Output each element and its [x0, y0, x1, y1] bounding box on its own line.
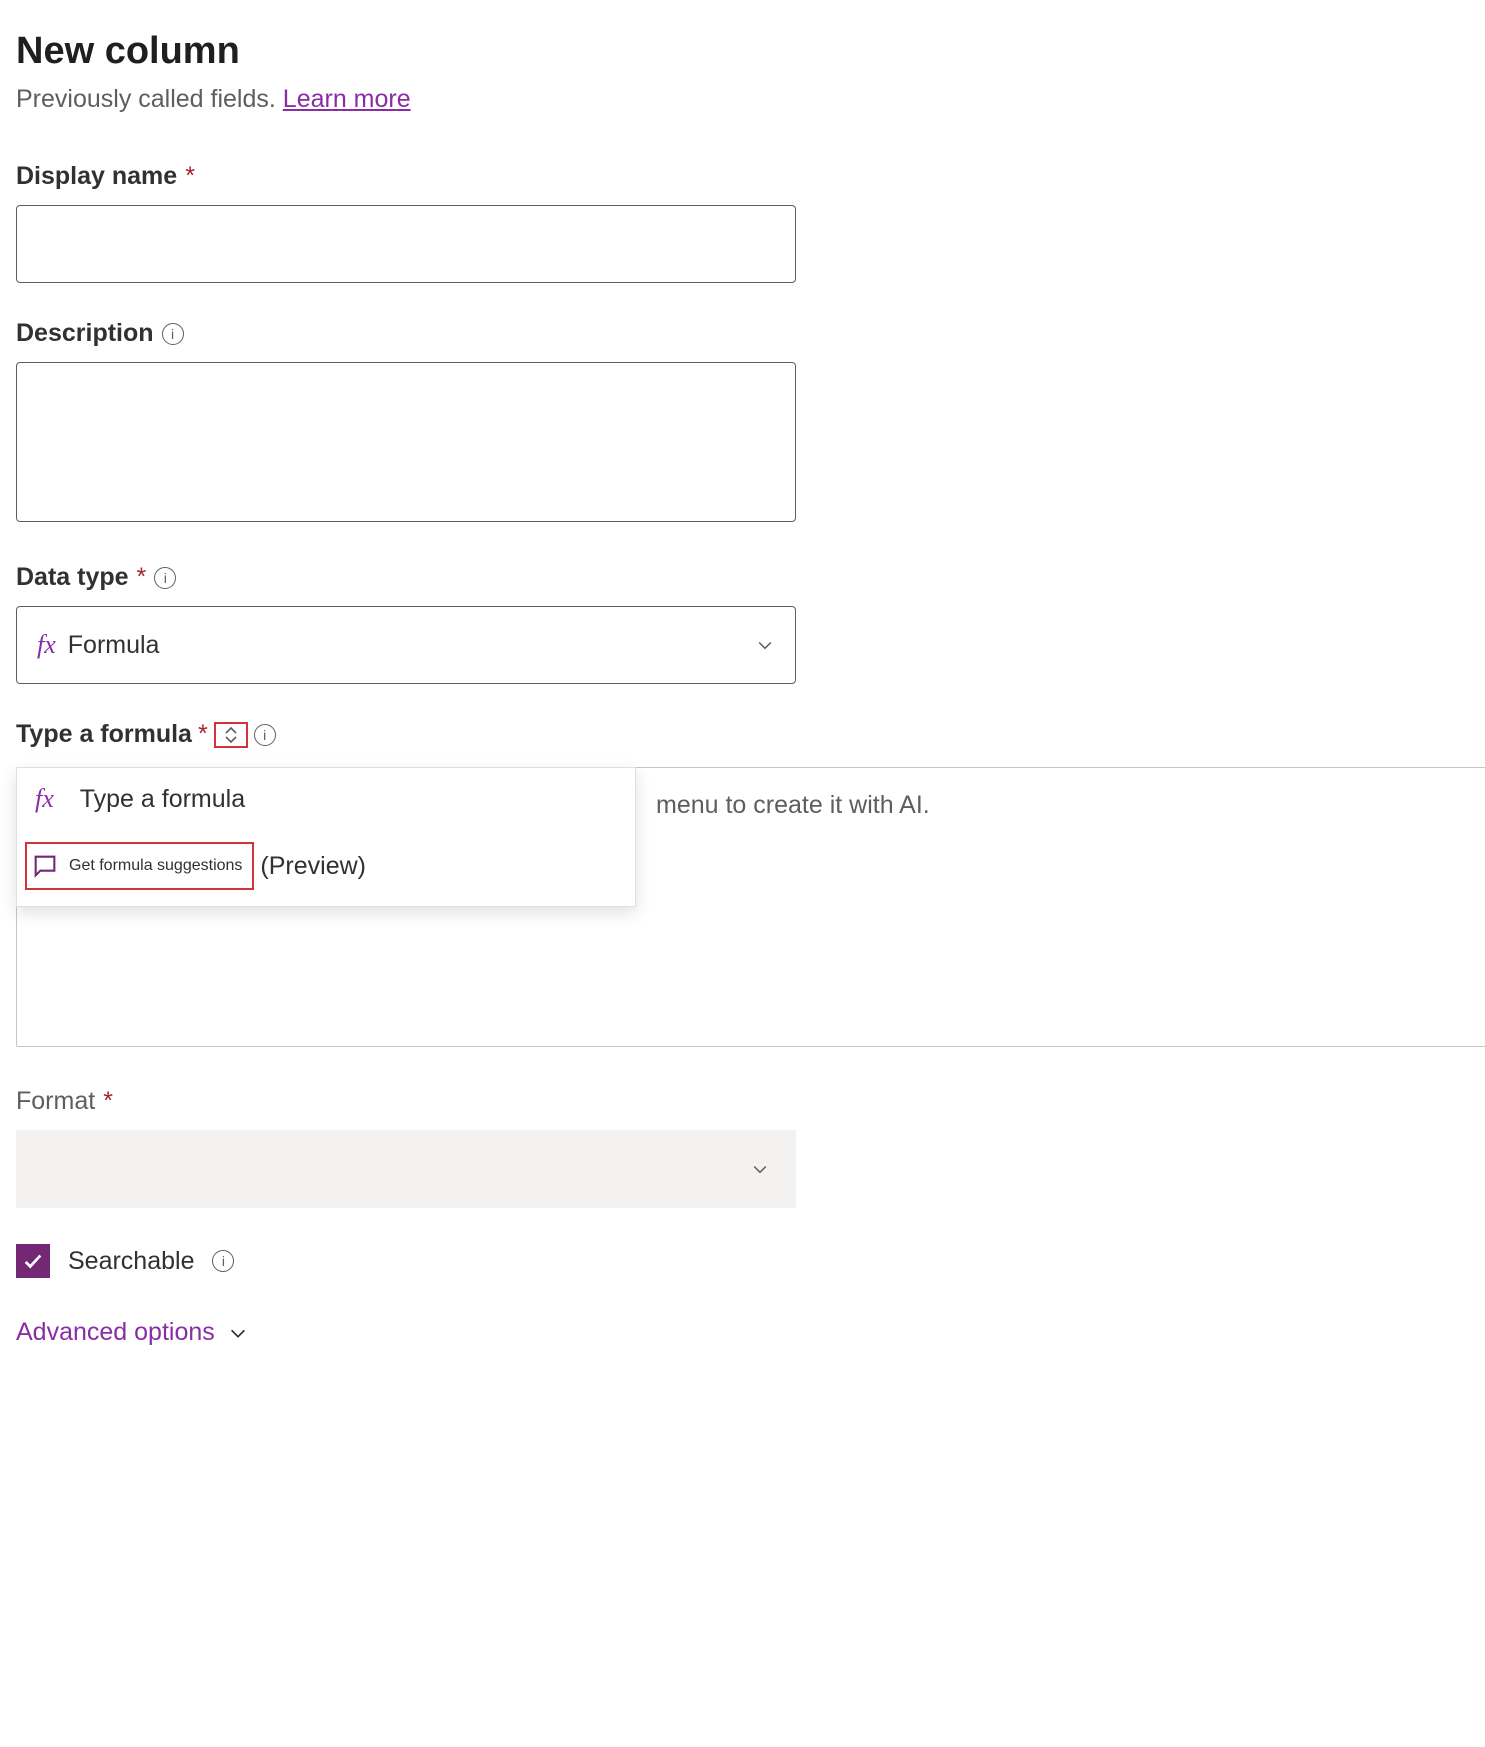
fx-icon: fx [37, 630, 56, 660]
chevron-down-icon [227, 1322, 249, 1344]
formula-mode-toggle[interactable] [214, 722, 248, 748]
searchable-label: Searchable [68, 1247, 194, 1276]
panel-subtitle: Previously called fields. Learn more [16, 85, 796, 114]
subtitle-text: Previously called fields. [16, 85, 283, 113]
display-name-input[interactable] [16, 205, 796, 283]
chevron-down-icon [750, 1159, 770, 1179]
format-label: Format [16, 1087, 95, 1116]
fx-icon: fx [35, 784, 54, 814]
dropdown-get-suggestions[interactable]: Get formula suggestions [25, 842, 254, 890]
dropdown-type-formula[interactable]: fx Type a formula [17, 768, 635, 830]
required-indicator: * [185, 162, 195, 191]
chat-icon [31, 852, 59, 880]
info-icon[interactable]: i [154, 567, 176, 589]
searchable-checkbox[interactable] [16, 1244, 50, 1278]
required-indicator: * [137, 563, 147, 592]
dropdown-item-label: Get formula suggestions [69, 857, 242, 875]
formula-dropdown: fx Type a formula Get formula suggestion… [16, 767, 636, 907]
preview-badge: (Preview) [260, 852, 366, 881]
description-label: Description [16, 319, 154, 348]
chevron-down-icon [755, 635, 775, 655]
display-name-label: Display name [16, 162, 177, 191]
data-type-select[interactable]: fx Formula [16, 606, 796, 684]
formula-label: Type a formula [16, 720, 192, 749]
advanced-options-label: Advanced options [16, 1318, 215, 1347]
dropdown-item-label: Type a formula [80, 785, 245, 814]
info-icon[interactable]: i [254, 724, 276, 746]
format-select[interactable] [16, 1130, 796, 1208]
panel-title: New column [16, 30, 796, 73]
required-indicator: * [103, 1087, 113, 1116]
formula-placeholder-tail: menu to create it with AI. [656, 791, 930, 820]
info-icon[interactable]: i [162, 323, 184, 345]
description-input[interactable] [16, 362, 796, 522]
learn-more-link[interactable]: Learn more [283, 85, 411, 113]
info-icon[interactable]: i [212, 1250, 234, 1272]
data-type-value: Formula [68, 631, 755, 660]
data-type-label: Data type [16, 563, 129, 592]
required-indicator: * [198, 720, 208, 749]
advanced-options-toggle[interactable]: Advanced options [16, 1318, 796, 1347]
